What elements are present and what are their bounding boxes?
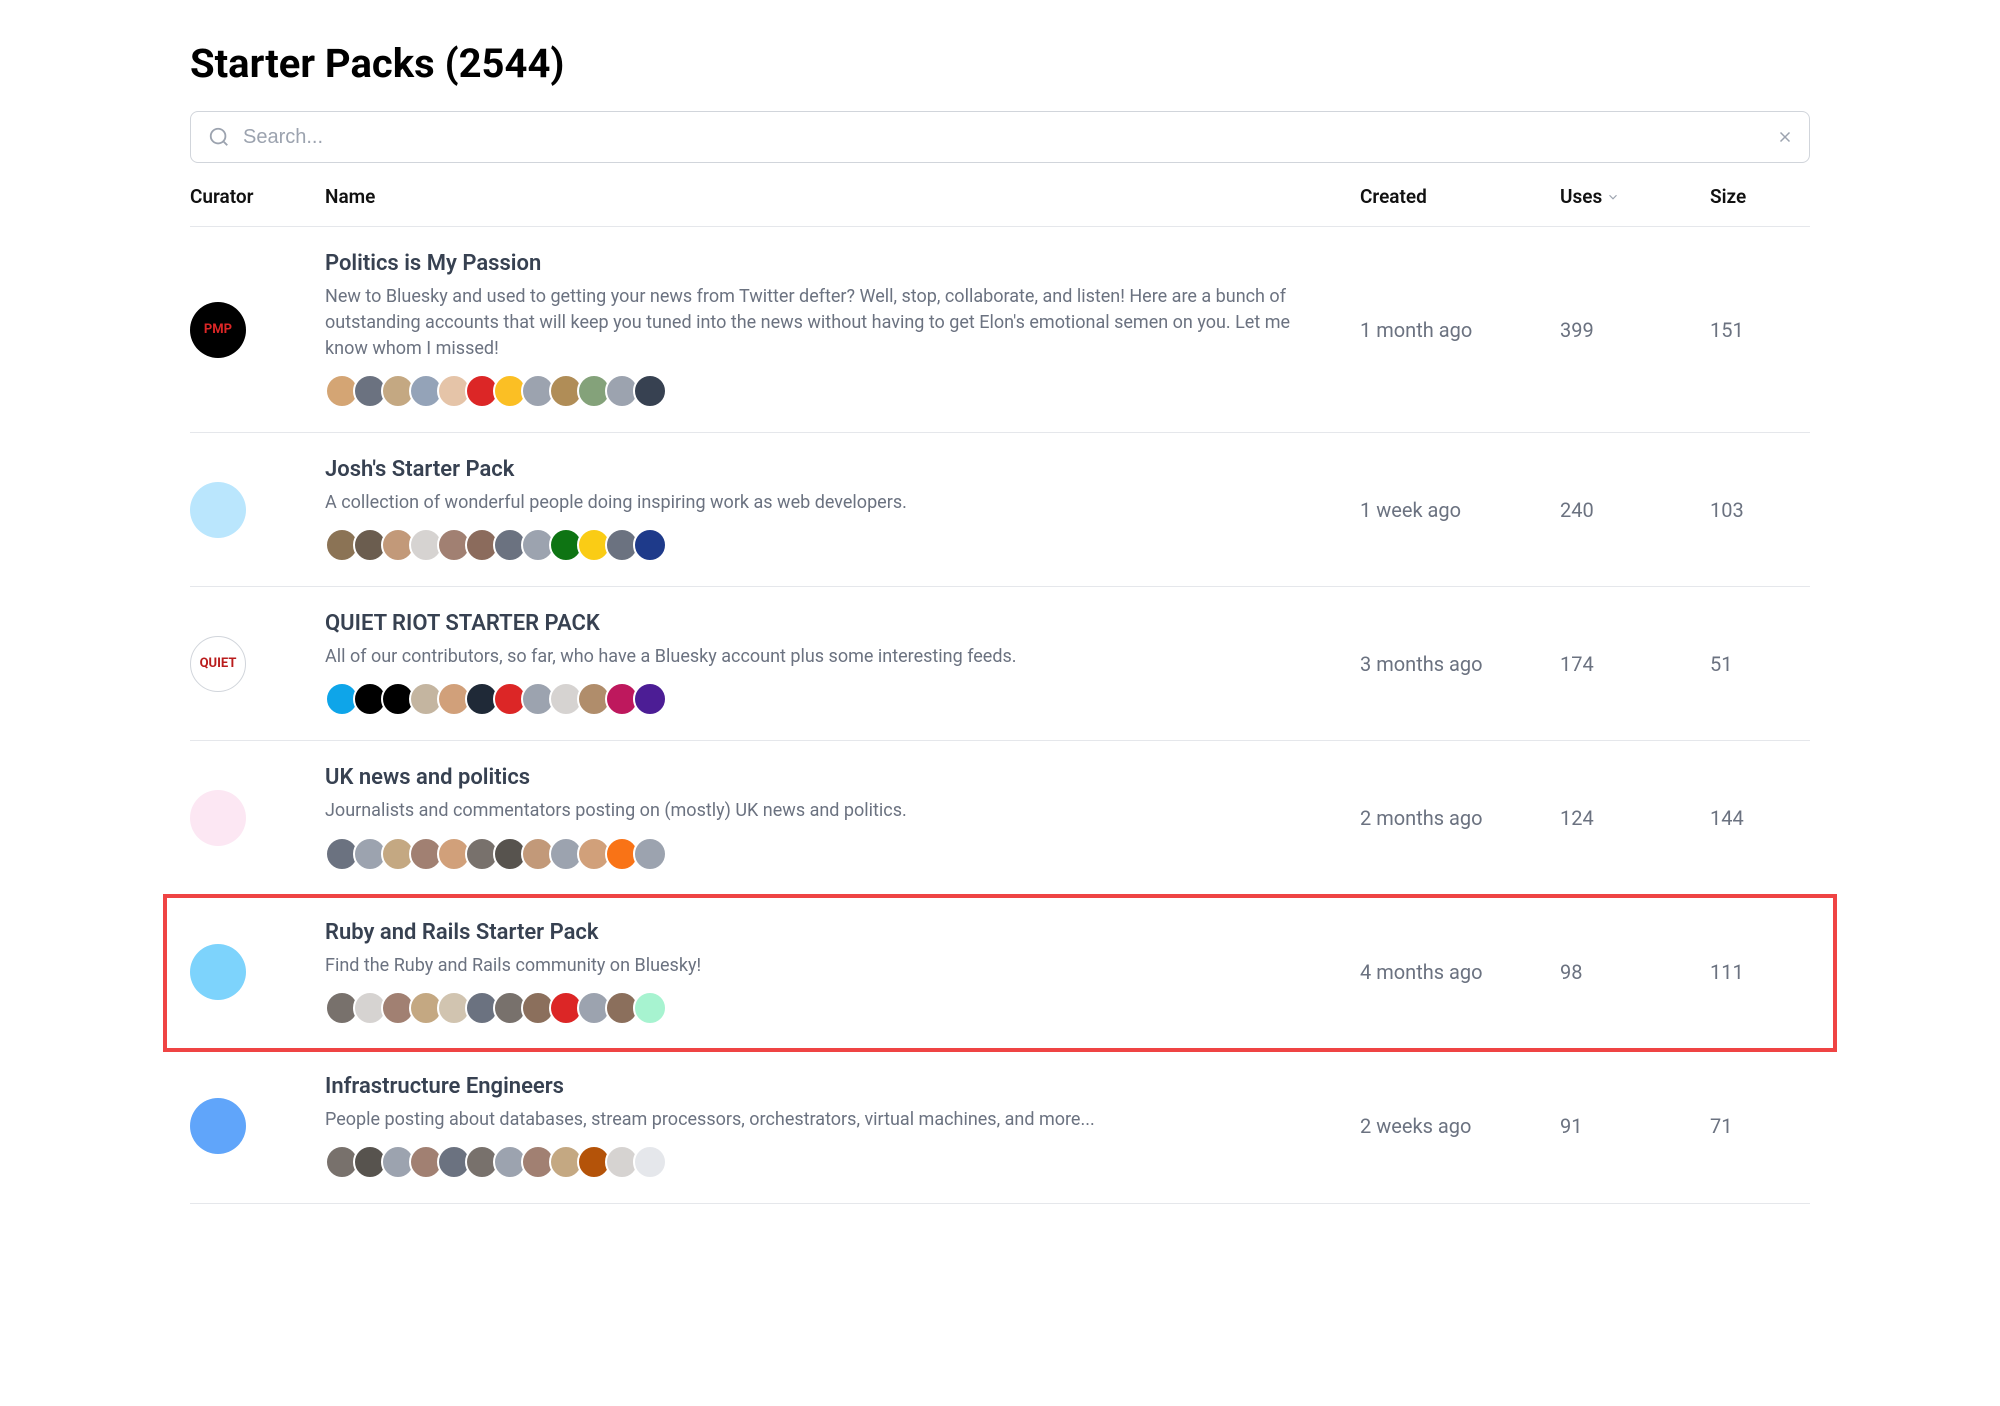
search-icon (208, 126, 230, 148)
curator-avatar[interactable] (190, 790, 246, 846)
pack-name-cell: QUIET RIOT STARTER PACK All of our contri… (325, 611, 1360, 716)
size-cell: 71 (1710, 1114, 1810, 1138)
curator-avatar[interactable]: QUIET (190, 636, 246, 692)
created-cell: 4 months ago (1360, 960, 1560, 984)
size-cell: 103 (1710, 498, 1810, 522)
member-avatar[interactable] (633, 528, 667, 562)
table-row[interactable]: UK news and politics Journalists and comm… (190, 741, 1810, 895)
curator-avatar[interactable]: PMP (190, 302, 246, 358)
created-cell: 3 months ago (1360, 652, 1560, 676)
title-count: 2544 (459, 40, 551, 87)
col-size[interactable]: Size (1710, 185, 1810, 208)
col-name[interactable]: Name (325, 185, 1360, 208)
member-avatar-stack (325, 528, 1330, 562)
uses-cell: 399 (1560, 318, 1710, 342)
member-avatar[interactable] (633, 991, 667, 1025)
col-uses-label: Uses (1560, 185, 1602, 208)
curator-cell: PMP (190, 302, 325, 358)
table-row[interactable]: Ruby and Rails Starter Pack Find the Ruby… (165, 896, 1835, 1050)
pack-title[interactable]: QUIET RIOT STARTER PACK (325, 611, 1330, 636)
pack-description: New to Bluesky and used to getting your … (325, 284, 1330, 362)
curator-cell (190, 482, 325, 538)
curator-avatar[interactable] (190, 944, 246, 1000)
col-uses[interactable]: Uses (1560, 185, 1710, 208)
pack-description: Find the Ruby and Rails community on Blu… (325, 953, 1330, 979)
size-cell: 111 (1710, 960, 1810, 984)
member-avatar[interactable] (633, 837, 667, 871)
pack-title[interactable]: UK news and politics (325, 765, 1330, 790)
pack-description: People posting about databases, stream p… (325, 1107, 1330, 1133)
pack-name-cell: Josh's Starter Pack A collection of wonde… (325, 457, 1360, 562)
size-cell: 151 (1710, 318, 1810, 342)
member-avatar-stack (325, 991, 1330, 1025)
col-curator[interactable]: Curator (190, 185, 325, 208)
uses-cell: 124 (1560, 806, 1710, 830)
title-text: Starter Packs (190, 40, 435, 87)
clear-icon[interactable] (1776, 128, 1794, 146)
curator-cell: QUIET (190, 636, 325, 692)
chevron-down-icon (1606, 190, 1620, 204)
curator-avatar[interactable] (190, 482, 246, 538)
created-cell: 1 week ago (1360, 498, 1560, 522)
curator-cell (190, 1098, 325, 1154)
col-created[interactable]: Created (1360, 185, 1560, 208)
pack-title[interactable]: Politics is My Passion (325, 251, 1330, 276)
created-cell: 2 weeks ago (1360, 1114, 1560, 1138)
uses-cell: 240 (1560, 498, 1710, 522)
pack-title[interactable]: Infrastructure Engineers (325, 1074, 1330, 1099)
pack-description: Journalists and commentators posting on … (325, 798, 1330, 824)
curator-cell (190, 790, 325, 846)
uses-cell: 98 (1560, 960, 1710, 984)
member-avatar[interactable] (633, 374, 667, 408)
pack-name-cell: Infrastructure Engineers People posting a… (325, 1074, 1360, 1179)
pack-name-cell: Politics is My Passion New to Bluesky and… (325, 251, 1360, 408)
table-row[interactable]: QUIET QUIET RIOT STARTER PACK All of our c… (190, 587, 1810, 741)
table-row[interactable]: Josh's Starter Pack A collection of wonde… (190, 433, 1810, 587)
pack-name-cell: UK news and politics Journalists and comm… (325, 765, 1360, 870)
page-title: Starter Packs (2544) (190, 40, 1810, 87)
size-cell: 144 (1710, 806, 1810, 830)
search-wrapper (190, 111, 1810, 163)
created-cell: 2 months ago (1360, 806, 1560, 830)
search-input[interactable] (190, 111, 1810, 163)
table-header: Curator Name Created Uses Size (190, 167, 1810, 227)
curator-avatar[interactable] (190, 1098, 246, 1154)
curator-cell (190, 944, 325, 1000)
packs-table: Curator Name Created Uses Size PMP Politi… (190, 167, 1810, 1204)
created-cell: 1 month ago (1360, 318, 1560, 342)
table-row[interactable]: Infrastructure Engineers People posting a… (190, 1050, 1810, 1204)
member-avatar-stack (325, 1145, 1330, 1179)
size-cell: 51 (1710, 652, 1810, 676)
table-row[interactable]: PMP Politics is My Passion New to Bluesky … (190, 227, 1810, 433)
member-avatar-stack (325, 682, 1330, 716)
member-avatar-stack (325, 837, 1330, 871)
member-avatar-stack (325, 374, 1330, 408)
pack-name-cell: Ruby and Rails Starter Pack Find the Ruby… (325, 920, 1360, 1025)
pack-title[interactable]: Josh's Starter Pack (325, 457, 1330, 482)
uses-cell: 91 (1560, 1114, 1710, 1138)
member-avatar[interactable] (633, 1145, 667, 1179)
uses-cell: 174 (1560, 652, 1710, 676)
pack-title[interactable]: Ruby and Rails Starter Pack (325, 920, 1330, 945)
member-avatar[interactable] (633, 682, 667, 716)
pack-description: All of our contributors, so far, who hav… (325, 644, 1330, 670)
pack-description: A collection of wonderful people doing i… (325, 490, 1330, 516)
